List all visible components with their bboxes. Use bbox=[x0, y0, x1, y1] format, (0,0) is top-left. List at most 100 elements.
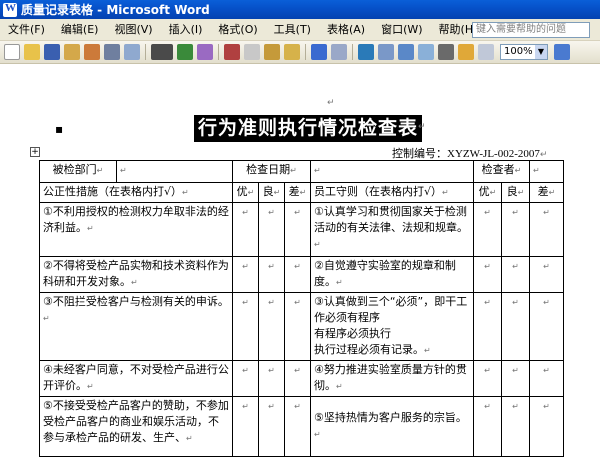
rating-cell[interactable]: ↵ bbox=[284, 202, 311, 257]
new-document-icon[interactable] bbox=[4, 44, 20, 60]
rating-cell[interactable]: ↵ bbox=[258, 292, 285, 361]
rating-cell[interactable]: ↵ bbox=[500, 396, 531, 457]
left-item-cell[interactable]: ③不阻拦受检客户与检测有关的申诉。↵ bbox=[39, 292, 233, 361]
undo-icon[interactable] bbox=[311, 44, 327, 60]
help-icon[interactable] bbox=[554, 44, 570, 60]
rating-cell[interactable]: ↵ bbox=[473, 292, 502, 361]
rating-cell[interactable]: ↵ bbox=[232, 360, 259, 397]
rating-cell[interactable]: ↵ bbox=[500, 256, 531, 293]
print-preview-icon[interactable] bbox=[124, 44, 140, 60]
left-item-cell[interactable]: ①不利用授权的检测权力牟取非法的经济利益。↵ bbox=[39, 202, 233, 257]
left-item-cell[interactable]: ⑤不接受受检产品客户的赞助，不参加受检产品客户的商业和娱乐活动，不参与承检产品的… bbox=[39, 396, 233, 457]
control-number: 控制编号：XYZW-JL-002-2007↵ bbox=[392, 147, 548, 160]
rating-cell[interactable]: ↵ bbox=[500, 360, 531, 397]
left-item-cell[interactable]: ②不得将受检产品实物和技术资料作为科研和开发对象。↵ bbox=[39, 256, 233, 293]
paragraph-mark: ↵ bbox=[327, 98, 335, 108]
document-area[interactable]: ↵ ▪ 行为准则执行情况检查表 ↵ + 控制编号：XYZW-JL-002-200… bbox=[0, 64, 600, 457]
rating-cell[interactable]: ↵ bbox=[529, 396, 565, 457]
menu-format[interactable]: 格式(O) bbox=[210, 19, 265, 41]
right-item-cell[interactable]: ①认真学习和贯彻国家关于检测活动的有关法律、法规和规章。↵ bbox=[310, 202, 474, 257]
columns-icon[interactable] bbox=[438, 44, 454, 60]
grade-good-cell[interactable]: 良↵ bbox=[258, 182, 285, 203]
permission-icon[interactable] bbox=[64, 44, 80, 60]
rating-cell[interactable]: ↵ bbox=[258, 202, 285, 257]
insert-excel-icon[interactable] bbox=[418, 44, 434, 60]
tables-borders-icon[interactable] bbox=[378, 44, 394, 60]
cut-icon[interactable] bbox=[224, 44, 240, 60]
left-item-cell[interactable]: ④未经客户同意，不对受检产品进行公开评价。↵ bbox=[39, 360, 233, 397]
grade-poor-cell[interactable]: 差↵ bbox=[529, 182, 565, 203]
rating-cell[interactable]: ↵ bbox=[258, 396, 285, 457]
right-item-cell[interactable]: ③认真做到三个“必须”，即干工作必须有程序 有程序必须执行 执行过程必须有记录。… bbox=[310, 292, 474, 361]
redo-icon[interactable] bbox=[331, 44, 347, 60]
paste-icon[interactable] bbox=[264, 44, 280, 60]
menu-window[interactable]: 窗口(W) bbox=[373, 19, 430, 41]
rating-cell[interactable]: ↵ bbox=[284, 396, 311, 457]
date-label-cell[interactable]: 检查日期↵ bbox=[232, 160, 311, 183]
dept-value-cell[interactable]: ↵ bbox=[116, 160, 233, 183]
table-move-handle[interactable]: + bbox=[30, 147, 40, 157]
right-item-cell[interactable]: ④努力推进实验室质量方针的贯彻。↵ bbox=[310, 360, 474, 397]
menu-tools[interactable]: 工具(T) bbox=[266, 19, 319, 41]
traditional-chinese-icon[interactable] bbox=[151, 44, 173, 60]
rating-cell[interactable]: ↵ bbox=[473, 360, 502, 397]
rating-cell[interactable]: ↵ bbox=[529, 256, 565, 293]
grade-poor-cell[interactable]: 差↵ bbox=[284, 182, 311, 203]
rating-cell[interactable]: ↵ bbox=[232, 292, 259, 361]
rating-cell[interactable]: ↵ bbox=[258, 360, 285, 397]
zoom-select[interactable]: 100% ▼ bbox=[500, 44, 548, 60]
word-app-icon[interactable] bbox=[3, 2, 17, 17]
table-row: ⑤不接受受检产品客户的赞助，不参加受检产品客户的商业和娱乐活动，不参与承检产品的… bbox=[39, 396, 565, 457]
open-folder-icon[interactable] bbox=[24, 44, 40, 60]
print-icon[interactable] bbox=[104, 44, 120, 60]
rating-cell[interactable]: ↵ bbox=[529, 292, 565, 361]
table-row: ③不阻拦受检客户与检测有关的申诉。↵ ↵ ↵ ↵ ③认真做到三个“必须”，即干工… bbox=[39, 292, 565, 361]
checker-value-cell[interactable]: ↵ bbox=[529, 160, 565, 183]
right-item-cell[interactable]: ⑤坚持热情为客户服务的宗旨。↵ bbox=[310, 396, 474, 457]
date-value-cell[interactable]: ↵ bbox=[310, 160, 474, 183]
menu-file[interactable]: 文件(F) bbox=[0, 19, 53, 41]
document-map-icon[interactable] bbox=[478, 44, 494, 60]
rating-cell[interactable]: ↵ bbox=[284, 292, 311, 361]
menu-edit[interactable]: 编辑(E) bbox=[53, 19, 107, 41]
toolbar-separator bbox=[218, 44, 219, 60]
rating-cell[interactable]: ↵ bbox=[473, 256, 502, 293]
research-icon[interactable] bbox=[197, 44, 213, 60]
menu-table[interactable]: 表格(A) bbox=[319, 19, 373, 41]
grade-good-cell[interactable]: 良↵ bbox=[500, 182, 531, 203]
rating-cell[interactable]: ↵ bbox=[473, 396, 502, 457]
rating-cell[interactable]: ↵ bbox=[232, 202, 259, 257]
email-icon[interactable] bbox=[84, 44, 100, 60]
chevron-down-icon[interactable]: ▼ bbox=[535, 45, 547, 59]
rating-cell[interactable]: ↵ bbox=[284, 256, 311, 293]
rating-cell[interactable]: ↵ bbox=[258, 256, 285, 293]
document-title[interactable]: 行为准则执行情况检查表 bbox=[194, 115, 423, 142]
menu-view[interactable]: 视图(V) bbox=[106, 19, 160, 41]
rating-cell[interactable]: ↵ bbox=[500, 202, 531, 257]
rating-cell[interactable]: ↵ bbox=[473, 202, 502, 257]
rating-cell[interactable]: ↵ bbox=[529, 202, 565, 257]
rating-cell[interactable]: ↵ bbox=[500, 292, 531, 361]
paragraph-mark: ↵ bbox=[418, 122, 426, 132]
drawing-icon[interactable] bbox=[458, 44, 474, 60]
right-heading-cell[interactable]: 员工守则（在表格内打√）↵ bbox=[310, 182, 474, 203]
format-painter-icon[interactable] bbox=[284, 44, 300, 60]
spelling-icon[interactable] bbox=[177, 44, 193, 60]
rating-cell[interactable]: ↵ bbox=[529, 360, 565, 397]
help-search-input[interactable]: 键入需要帮助的问题 bbox=[472, 22, 590, 38]
right-item-cell[interactable]: ②自觉遵守实验室的规章和制度。↵ bbox=[310, 256, 474, 293]
menu-insert[interactable]: 插入(I) bbox=[161, 19, 211, 41]
hyperlink-icon[interactable] bbox=[358, 44, 374, 60]
checker-label-cell[interactable]: 检查者↵ bbox=[472, 160, 531, 183]
left-heading-cell[interactable]: 公正性措施（在表格内打√）↵ bbox=[39, 182, 233, 203]
rating-cell[interactable]: ↵ bbox=[232, 396, 259, 457]
rating-cell[interactable]: ↵ bbox=[284, 360, 311, 397]
toolbar-separator bbox=[305, 44, 306, 60]
insert-table-icon[interactable] bbox=[398, 44, 414, 60]
grade-excellent-cell[interactable]: 优↵ bbox=[232, 182, 259, 203]
dept-label-cell[interactable]: 被检部门↵ bbox=[39, 160, 117, 183]
grade-excellent-cell[interactable]: 优↵ bbox=[473, 182, 502, 203]
copy-icon[interactable] bbox=[244, 44, 260, 60]
rating-cell[interactable]: ↵ bbox=[232, 256, 259, 293]
save-icon[interactable] bbox=[44, 44, 60, 60]
